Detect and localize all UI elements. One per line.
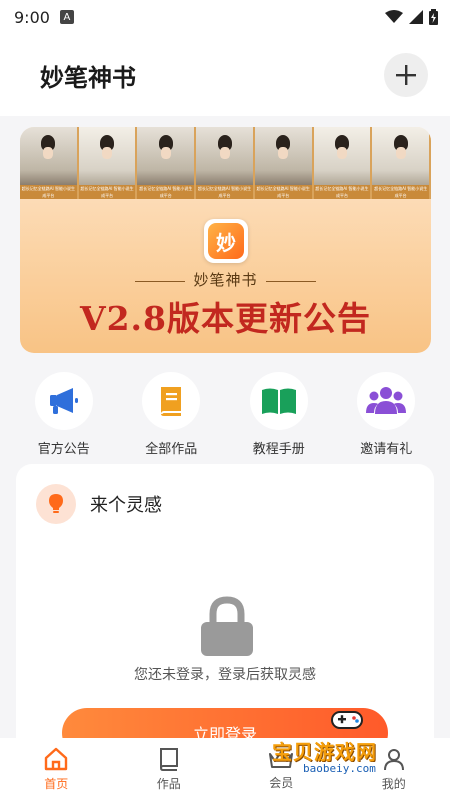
quick-action-label: 官方公告 <box>37 442 90 457</box>
tab-home[interactable]: 首页 <box>16 747 96 792</box>
portrait-caption: 超长记忆全链路AI 智能小说生成平台 <box>137 185 195 199</box>
book-icon <box>161 387 182 416</box>
portrait-image: 超长记忆全链路AI 智能小说生成平台 <box>313 127 373 199</box>
watermark-text: 宝贝游戏网 <box>272 740 377 764</box>
quick-action-circle <box>142 372 201 430</box>
status-time: 9:00 <box>14 7 50 27</box>
quick-action-all-works[interactable]: 全部作品 <box>126 372 216 464</box>
tab-label: 首页 <box>44 776 69 791</box>
inspiration-card-title: 来个灵感 <box>90 495 162 516</box>
tab-works[interactable]: 作品 <box>129 747 209 792</box>
lock-icon <box>199 596 255 658</box>
portrait-image: 超长记忆全链路AI 智能小说生成平台 <box>137 127 197 199</box>
quick-action-invite[interactable]: 邀请有礼 <box>341 372 431 464</box>
lightbulb-icon-wrap <box>36 484 76 524</box>
app-logo: 妙 <box>204 219 248 263</box>
portrait-image: 超长记忆全链路AI 智能小说生成平台 <box>254 127 314 199</box>
megaphone-icon <box>49 388 78 414</box>
quick-action-announcements[interactable]: 官方公告 <box>19 372 109 464</box>
quick-action-label: 全部作品 <box>145 442 198 457</box>
app-header: 妙笔神书 <box>0 34 450 116</box>
portrait-image: 超长记忆全链路AI 智能小说生成平台 <box>20 127 79 199</box>
portrait-caption: 超长记忆全链路AI 智能小说生成平台 <box>372 185 430 199</box>
portrait-image: 超长记忆全链路AI 智能小说生成平台 <box>78 127 138 199</box>
quick-action-label: 邀请有礼 <box>360 442 413 457</box>
book-icon <box>159 747 178 771</box>
users-icon <box>366 387 407 414</box>
portrait-image: 超长记忆全链路AI 智能小说生成平台 <box>196 127 255 199</box>
quick-action-circle <box>357 372 416 430</box>
app-logo-glyph: 妙 <box>208 223 244 259</box>
watermark-url: baobeiy.com <box>300 762 379 775</box>
portrait-image: 超长记忆全链路AI 智能小说生成平台 <box>372 127 431 199</box>
quick-action-tutorial[interactable]: 教程手册 <box>234 372 324 464</box>
plus-icon <box>396 65 416 85</box>
portrait-caption: 超长记忆全链路AI 智能小说生成平台 <box>196 185 253 199</box>
signal-icon <box>409 10 423 24</box>
app-title: 妙笔神书 <box>40 62 136 92</box>
portrait-caption: 超长记忆全链路AI 智能小说生成平台 <box>20 185 77 199</box>
portrait-caption: 超长记忆全链路AI 智能小说生成平台 <box>78 185 136 199</box>
open-book-icon <box>261 388 296 414</box>
banner-headline: V2.8版本更新公告 <box>79 299 371 338</box>
battery-icon <box>429 9 438 25</box>
inspiration-card-header: 来个灵感 <box>36 484 162 524</box>
home-icon <box>45 747 68 770</box>
site-watermark: 宝贝游戏网 baobeiy.com <box>272 704 422 784</box>
status-bar: 9:00 A <box>0 0 450 34</box>
notification-a-icon: A <box>59 10 74 24</box>
login-prompt-text: 您还未登录，登录后获取灵感 <box>134 667 316 683</box>
add-button[interactable] <box>384 53 428 97</box>
lightbulb-icon <box>49 494 63 513</box>
portrait-caption: 超长记忆全链路AI 智能小说生成平台 <box>313 185 371 199</box>
announcement-banner[interactable]: 超长记忆全链路AI 智能小说生成平台 超长记忆全链路AI 智能小说生成平台 超长… <box>20 127 431 353</box>
status-icons <box>385 9 438 25</box>
quick-actions: 官方公告 全部作品 教程手册 邀请有礼 <box>0 372 450 464</box>
portrait-strip: 超长记忆全链路AI 智能小说生成平台 超长记忆全链路AI 智能小说生成平台 超长… <box>20 127 431 199</box>
wifi-icon <box>385 10 403 23</box>
quick-action-circle <box>249 372 308 430</box>
quick-action-circle <box>34 372 93 430</box>
gamepad-icon <box>331 711 363 729</box>
quick-action-label: 教程手册 <box>252 442 305 457</box>
portrait-caption: 超长记忆全链路AI 智能小说生成平台 <box>254 185 312 199</box>
tab-label: 作品 <box>156 776 181 791</box>
banner-brand: 妙笔神书 <box>20 269 431 290</box>
